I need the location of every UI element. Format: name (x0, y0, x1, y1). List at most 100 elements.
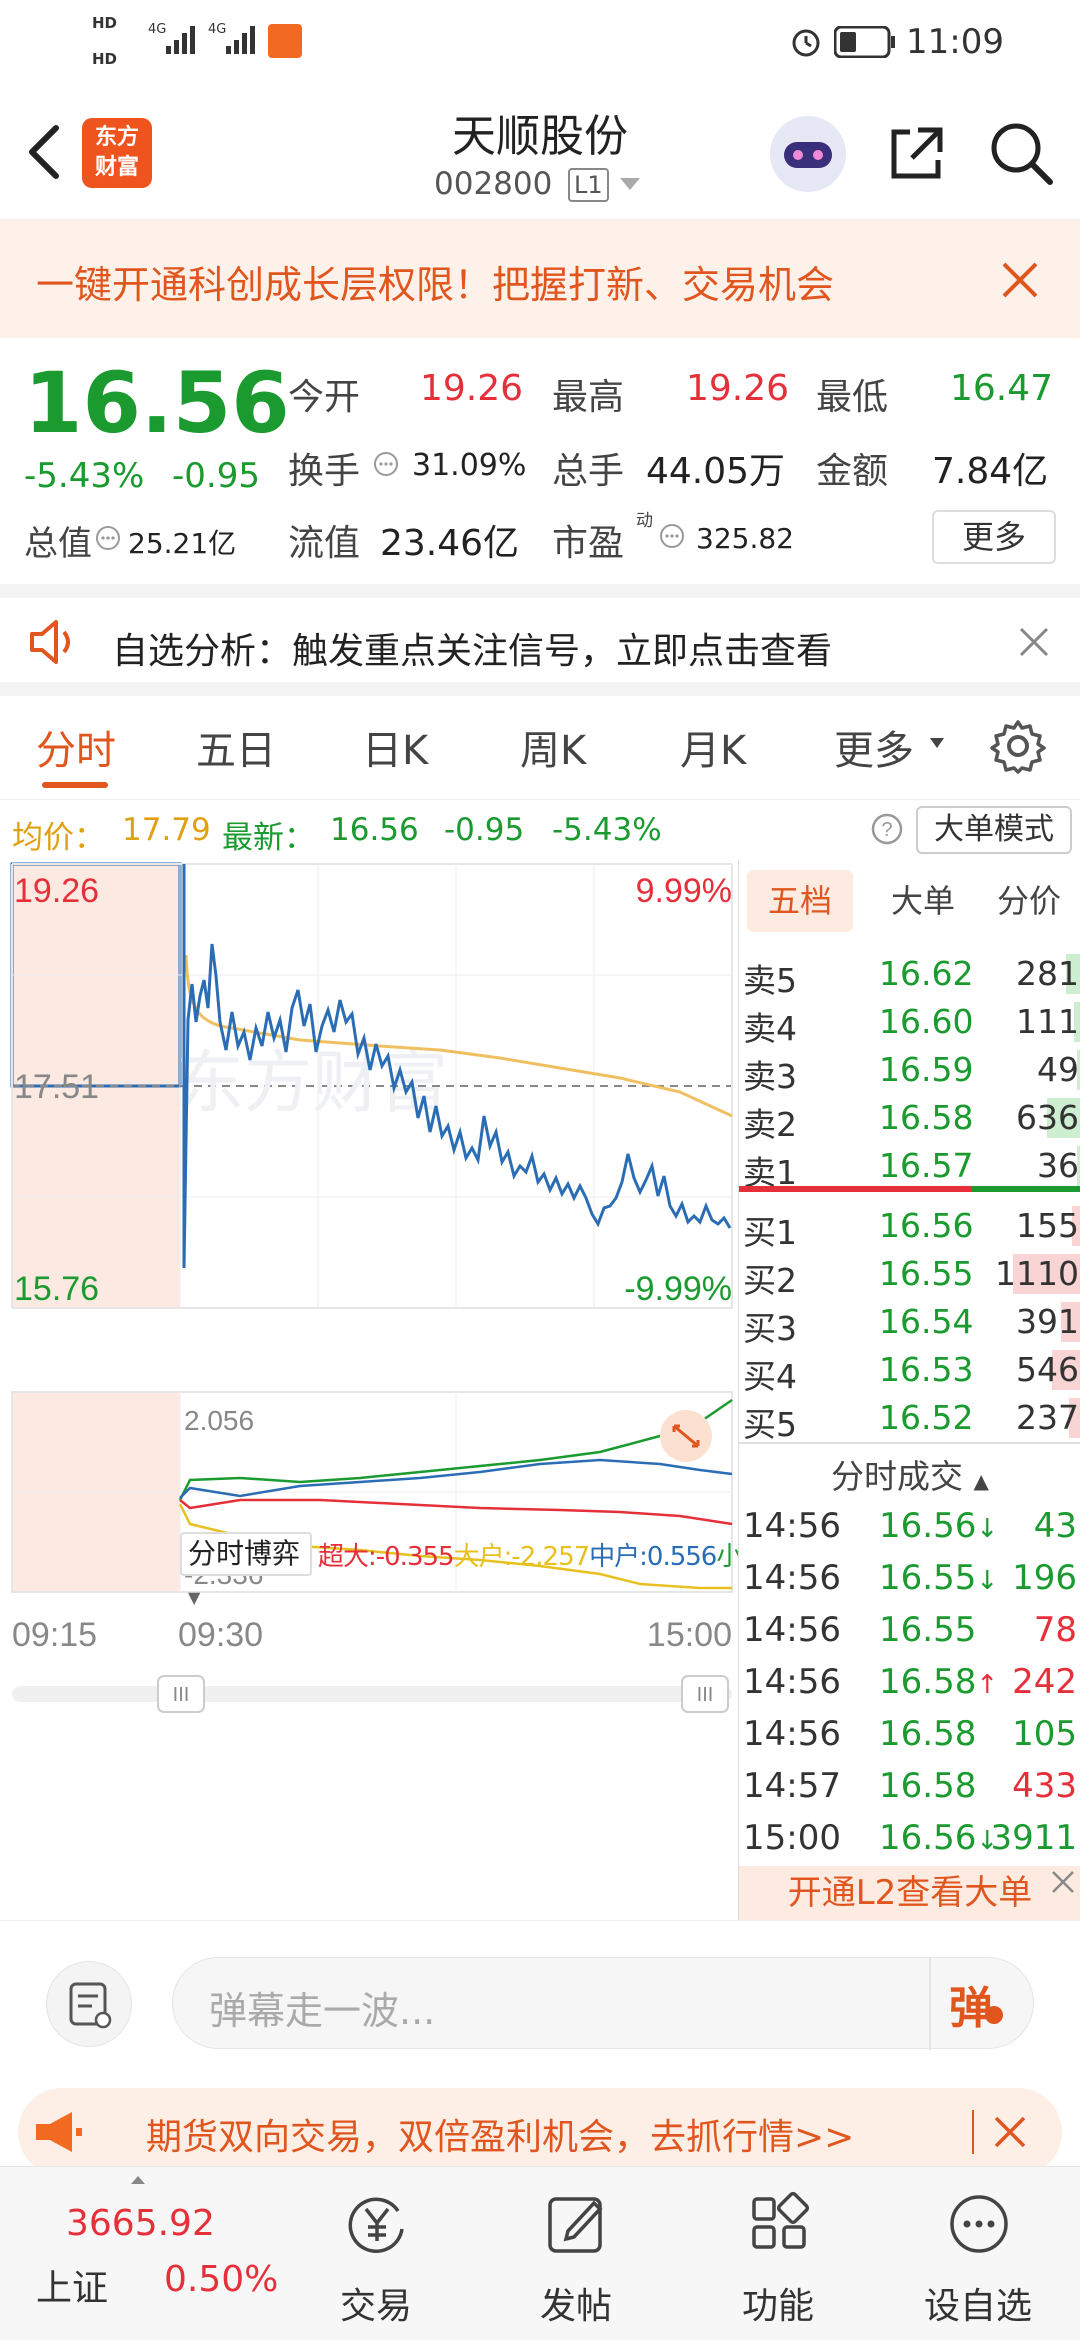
time-start-label: 09:15 (12, 1616, 97, 1654)
nav-add-watchlist[interactable]: 设自选 (898, 2167, 1058, 2341)
futures-ad-banner[interactable]: 期货双向交易，双倍盈利机会，去抓行情>> (18, 2088, 1062, 2176)
nav-trade[interactable]: 交易 (296, 2167, 456, 2341)
order-book-panel: 五档 大单 分价 卖5 16.62 281 卖4 16.60 111 卖3 16.59 49 卖2… (738, 860, 1080, 1920)
clock: 11:09 (906, 22, 1004, 62)
trade-price-value: 16.58 (879, 1766, 977, 1806)
ob-tab-five-levels[interactable]: 五档 (747, 870, 853, 932)
ask-row[interactable]: 卖3 16.59 49 (739, 1046, 1080, 1096)
amount-label: 金额 (816, 451, 889, 492)
trade-time: 15:00 (743, 1818, 841, 1858)
index-value[interactable]: 3665.92 (66, 2203, 215, 2244)
bid-volume: 155 (1016, 1206, 1079, 1245)
y-top-label: 19.26 (14, 872, 99, 910)
level-badge[interactable]: L1 (568, 168, 609, 202)
signal2-icon (226, 26, 255, 54)
search-icon[interactable] (988, 120, 1054, 186)
legend-super-large: 超大:-0.355 (318, 1542, 455, 1572)
promo-banner[interactable]: 一键开通科创成长层权限！把握打新、交易机会 (0, 220, 1080, 338)
big-order-mode-button[interactable]: 大单模式 (916, 806, 1072, 854)
settings-gear-icon[interactable] (990, 718, 1046, 774)
ask-label: 卖4 (743, 1009, 797, 1048)
bid-row[interactable]: 买1 16.56 155 (739, 1202, 1080, 1252)
chevron-down-icon[interactable] (618, 176, 642, 194)
barrage-settings-button[interactable] (46, 1961, 132, 2047)
close-icon[interactable] (1000, 260, 1040, 300)
tab-monthly-k[interactable]: 月K (680, 718, 746, 776)
help-icon[interactable]: ? (870, 812, 904, 846)
bid-row[interactable]: 买2 16.55 1110 (739, 1250, 1080, 1300)
edit-post-icon (548, 2197, 603, 2253)
chart-tabs: 分时 五日 日K 周K 月K 更多 (0, 696, 1080, 800)
nav-post[interactable]: 发帖 (496, 2167, 656, 2341)
bid-row[interactable]: 买3 16.54 391 (739, 1298, 1080, 1348)
close-icon[interactable] (992, 2114, 1028, 2150)
trade-price: 16.56↓ (879, 1818, 998, 1858)
comment-bar: 弹幕走一波... 弹 (0, 1920, 1080, 2080)
open-label: 今开 (288, 377, 361, 418)
info-dots-icon[interactable] (372, 450, 400, 478)
more-button[interactable]: 更多 (932, 510, 1056, 564)
trade-volume: 433 (1012, 1766, 1077, 1806)
bottom-nav: 3665.92 上证 0.50% 交易 发帖 功能 设自选 (0, 2166, 1080, 2340)
info-dots-icon[interactable] (94, 524, 122, 552)
trades-title-label: 分时成交 (831, 1457, 964, 1496)
back-icon[interactable] (24, 122, 64, 182)
index-change[interactable]: 0.50% (164, 2259, 278, 2300)
send-barrage-icon[interactable]: 弹 (949, 1972, 993, 2036)
tab-five-day[interactable]: 五日 (196, 718, 276, 776)
ob-tab-big-order[interactable]: 大单 (873, 870, 973, 932)
close-icon[interactable] (1049, 1868, 1077, 1896)
robot-assistant-icon[interactable] (766, 112, 850, 196)
trade-price: 16.58 (879, 1766, 976, 1806)
bid-volume: 237 (1016, 1398, 1079, 1437)
tab-daily-k[interactable]: 日K (362, 718, 428, 776)
trade-direction-icon: ↓ (976, 1514, 999, 1544)
ask-row[interactable]: 卖1 16.57 36 (739, 1142, 1080, 1192)
ad-text: 期货双向交易，双倍盈利机会，去抓行情>> (146, 2117, 855, 2158)
stock-name: 天顺股份 (452, 111, 628, 162)
trade-time: 14:56 (743, 1506, 841, 1546)
close-icon[interactable] (1018, 626, 1050, 658)
amount-value: 7.84亿 (932, 451, 1049, 492)
barrage-placeholder: 弹幕走一波... (209, 1989, 436, 2033)
sub-indicator-selector[interactable]: 分时博弈 ▼ (180, 1532, 312, 1607)
trade-volume: 78 (1033, 1610, 1077, 1650)
ask-row[interactable]: 卖5 16.62 281 (739, 950, 1080, 1000)
logo-line2: 财富 (94, 155, 139, 180)
l2-upgrade-cta[interactable]: 开通L2查看大单 (739, 1866, 1080, 1920)
tab-weekly-k[interactable]: 周K (520, 718, 586, 776)
caret-up-icon[interactable] (130, 2175, 146, 2185)
trade-time: 14:56 (743, 1662, 841, 1702)
tab-more[interactable]: 更多 (834, 718, 914, 776)
trade-row: 14:56 16.58 105 (739, 1708, 1080, 1760)
intraday-chart[interactable]: 东方财富 19.26 17.51 15.76 9.99% -9.99% 2.05… (0, 860, 845, 1920)
tab-intraday[interactable]: 分时 (36, 718, 116, 776)
share-icon[interactable] (884, 122, 948, 186)
bid-label: 买4 (743, 1357, 797, 1396)
y-bottom-label: 15.76 (14, 1270, 99, 1308)
ask-volume: 36 (1037, 1146, 1079, 1185)
time-mid-label: 09:30 (178, 1616, 263, 1654)
app-logo[interactable]: 东方 财富 (82, 118, 152, 188)
info-dots-icon[interactable] (658, 522, 686, 550)
ask-bid-divider-green (971, 1186, 1080, 1192)
ask-row[interactable]: 卖4 16.60 111 (739, 998, 1080, 1048)
ask-label: 卖5 (743, 961, 797, 1000)
nav-functions[interactable]: 功能 (698, 2167, 858, 2341)
chart-scroll-track[interactable] (12, 1686, 732, 1702)
analysis-alert[interactable]: 自选分析：触发重点关注信号，立即点击查看 (0, 584, 1080, 696)
index-name[interactable]: 上证 (36, 2259, 108, 2311)
barrage-input[interactable]: 弹幕走一波... 弹 (172, 1957, 1034, 2050)
ob-tab-price-dist[interactable]: 分价 (979, 870, 1079, 932)
ask-volume: 636 (1016, 1098, 1079, 1137)
ask-row[interactable]: 卖2 16.58 636 (739, 1094, 1080, 1144)
bid-row[interactable]: 买5 16.52 237 (739, 1394, 1080, 1444)
bid-volume: 391 (1016, 1302, 1079, 1341)
pct-bottom-label: -9.99% (624, 1270, 732, 1308)
trade-row: 15:00 16.56↓ 3911 (739, 1812, 1080, 1864)
caret-down-icon[interactable] (928, 736, 946, 750)
turnover-label: 换手 (288, 451, 361, 492)
trade-price: 16.58 (879, 1714, 976, 1754)
bid-row[interactable]: 买4 16.53 546 (739, 1346, 1080, 1396)
trades-title[interactable]: 分时成交 ▲ (739, 1450, 1080, 1498)
